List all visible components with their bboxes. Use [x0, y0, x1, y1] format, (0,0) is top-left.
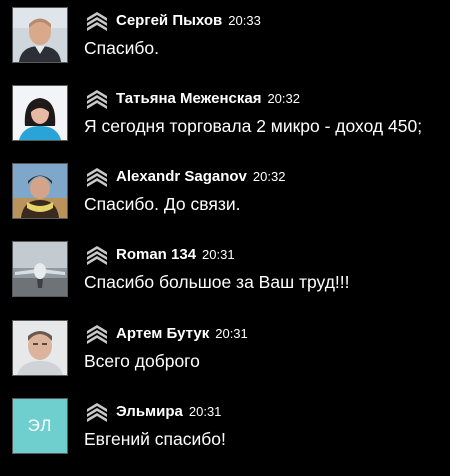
- author-name: Татьяна Меженская: [116, 90, 262, 107]
- avatar[interactable]: ЭЛ: [12, 398, 68, 454]
- avatar[interactable]: [12, 163, 68, 219]
- message-author[interactable]: Татьяна Меженская 20:32: [116, 90, 300, 107]
- message-author[interactable]: Артем Бутук 20:31: [116, 325, 248, 342]
- author-name: Alexandr Saganov: [116, 168, 247, 185]
- author-name: Эльмира: [116, 403, 183, 420]
- author-name: Артем Бутук: [116, 325, 210, 342]
- message-author[interactable]: Сергей Пыхов 20:33: [116, 12, 261, 29]
- message-author[interactable]: Эльмира 20:31: [116, 403, 221, 420]
- avatar[interactable]: [12, 241, 68, 297]
- author-name: Сергей Пыхов: [116, 12, 223, 29]
- chat-message: Артем Бутук 20:31 Всего доброго: [0, 320, 450, 398]
- message-time: 20:32: [252, 169, 286, 184]
- avatar-photo-icon: [13, 8, 67, 62]
- message-text: Спасибо.: [84, 38, 159, 58]
- avatar-initials: ЭЛ: [13, 399, 67, 453]
- avatar[interactable]: [12, 85, 68, 141]
- chevron-rank-icon: [87, 90, 107, 109]
- message-author[interactable]: Alexandr Saganov 20:32: [116, 168, 285, 185]
- message-time: 20:33: [228, 13, 261, 28]
- chat-message: Сергей Пыхов 20:33 Спасибо.: [0, 7, 450, 85]
- message-time: 20:31: [188, 404, 222, 419]
- message-text: Спасибо большое за Ваш труд!!!: [84, 272, 350, 292]
- avatar-photo-icon: [13, 242, 67, 296]
- chat-message: Roman 134 20:31 Спасибо большое за Ваш тр…: [0, 241, 450, 319]
- avatar[interactable]: [12, 7, 68, 63]
- message-text: Всего доброго: [84, 351, 200, 371]
- message-text: Спасибо. До связи.: [84, 194, 241, 214]
- chat-message-list: Сергей Пыхов 20:33 Спасибо. Татьяна Межен…: [0, 0, 450, 458]
- message-time: 20:32: [267, 91, 300, 106]
- message-time: 20:31: [215, 326, 248, 341]
- chat-message: Alexandr Saganov 20:32 Спасибо. До связи.: [0, 163, 450, 241]
- chevron-rank-icon: [87, 168, 107, 187]
- avatar-photo-icon: [13, 164, 67, 218]
- avatar[interactable]: [12, 320, 68, 376]
- message-text: Я сегодня торговала 2 микро - доход 450;: [84, 116, 423, 136]
- avatar-photo-icon: [13, 321, 67, 375]
- chat-message: ЭЛ Эльмира 20:31 Евгений спасибо!: [0, 398, 450, 476]
- message-text: Евгений спасибо!: [84, 429, 226, 449]
- author-name: Roman 134: [116, 246, 197, 263]
- chevron-rank-icon: [87, 12, 107, 31]
- chat-message: Татьяна Меженская 20:32 Я сегодня торгова…: [0, 85, 450, 163]
- avatar-photo-icon: [13, 86, 67, 140]
- chevron-rank-icon: [87, 325, 107, 344]
- message-author[interactable]: Roman 134 20:31: [116, 246, 235, 263]
- message-time: 20:31: [202, 247, 235, 262]
- chevron-rank-icon: [87, 246, 107, 265]
- chevron-rank-icon: [87, 403, 107, 422]
